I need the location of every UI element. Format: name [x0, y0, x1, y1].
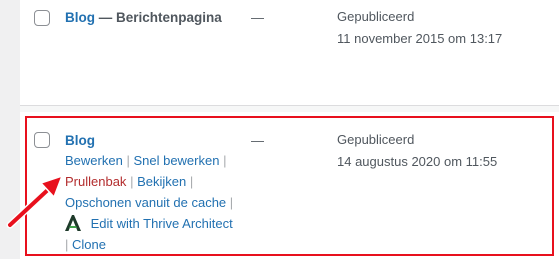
table-row: Blog — Berichtenpagina — Gepubliceerd 11… [20, 0, 559, 106]
red-arrow-icon [6, 174, 64, 229]
page-title[interactable]: Blog [65, 10, 95, 25]
page-title-link[interactable]: Blog — Berichtenpagina [65, 10, 222, 25]
author-placeholder: — [251, 10, 264, 25]
row-checkbox[interactable] [34, 10, 50, 26]
status-label: Gepubliceerd [337, 9, 415, 24]
highlight-box [25, 116, 554, 256]
page-state-label: — Berichtenpagina [98, 10, 222, 25]
publish-date: 11 november 2015 om 13:17 [337, 31, 503, 46]
status-column: Gepubliceerd 11 november 2015 om 13:17 [337, 6, 502, 50]
